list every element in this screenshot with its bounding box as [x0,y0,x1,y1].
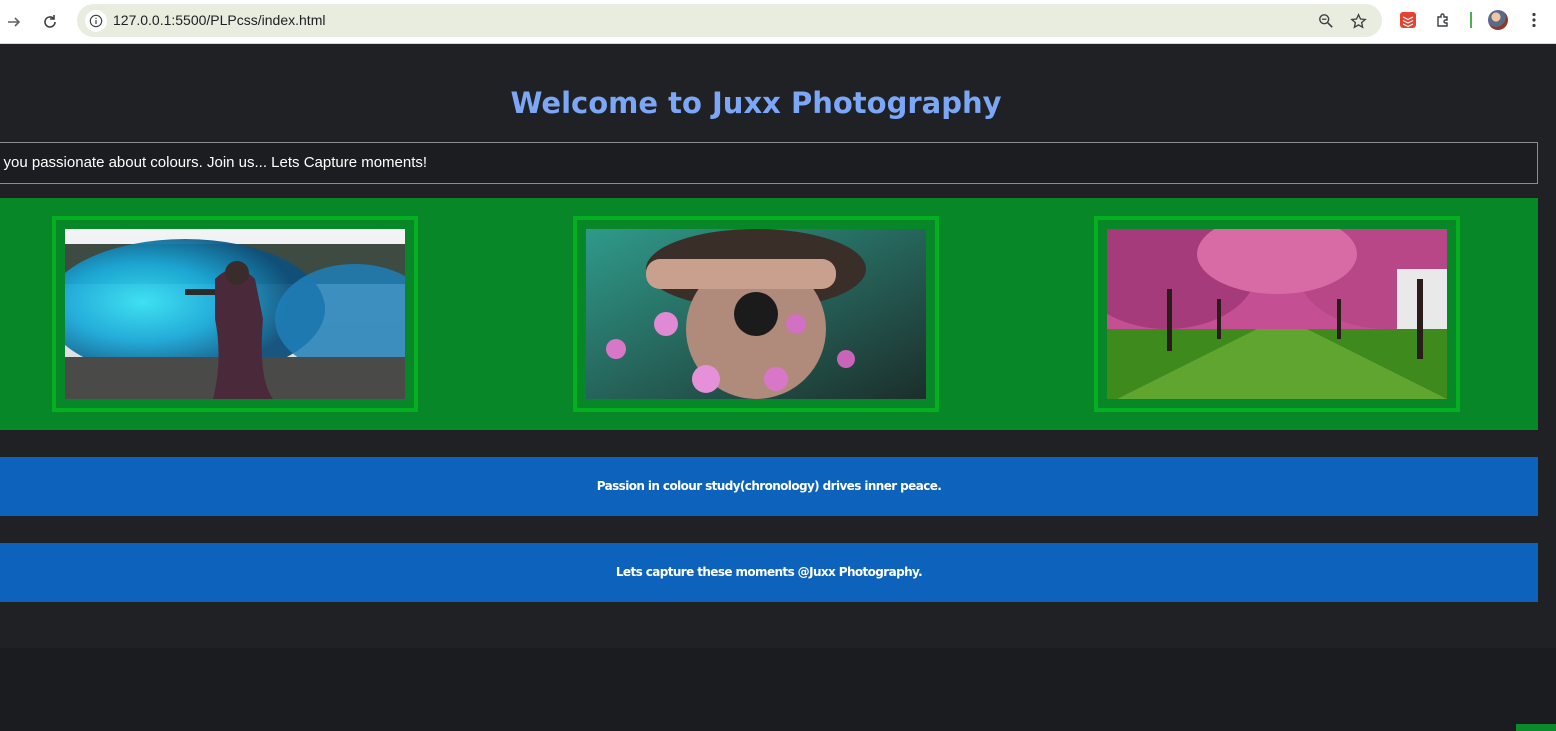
browser-toolbar: 127.0.0.1:5500/PLPcss/index.html [0,0,1556,44]
quote-band-1: Passion in colour study(chronology) driv… [0,457,1538,516]
gallery-frame-1 [52,216,418,412]
gallery-frame-3 [1094,216,1460,412]
photo-gallery [0,198,1538,430]
zoom-icon[interactable] [1315,10,1337,32]
puzzle-icon[interactable] [1433,9,1455,31]
quote-text-2: Lets capture these moments @Juxx Photogr… [615,565,923,579]
marquee-text: e you passionate about colours. Join us.… [0,154,428,171]
address-bar[interactable]: 127.0.0.1:5500/PLPcss/index.html [77,4,1382,37]
arrow-right-icon [8,17,21,27]
photo-cherry-blossom [1107,229,1447,399]
quote-band-2: Lets capture these moments @Juxx Photogr… [0,543,1538,602]
page-title: Welcome to Juxx Photography [510,86,1002,120]
profile-avatar[interactable] [1488,10,1508,30]
reload-icon [44,15,56,28]
marquee-banner: e you passionate about colours. Join us.… [0,142,1538,184]
info-icon[interactable] [85,10,107,32]
todoist-icon[interactable] [1397,9,1419,31]
photo-blue-smoke [65,229,405,399]
forward-button[interactable] [0,8,28,36]
toolbar-separator [1470,12,1472,28]
quote-text-1: Passion in colour study(chronology) driv… [596,479,942,493]
corner-widget[interactable] [1516,724,1556,731]
url-text[interactable]: 127.0.0.1:5500/PLPcss/index.html [113,12,325,28]
reload-button[interactable] [36,8,64,36]
gallery-frame-2 [573,216,939,412]
photo-hand-flowers [586,229,926,399]
star-icon[interactable] [1347,10,1369,32]
page-body: Welcome to Juxx Photography e you passio… [0,44,1556,648]
kebab-menu-icon[interactable] [1523,9,1545,31]
